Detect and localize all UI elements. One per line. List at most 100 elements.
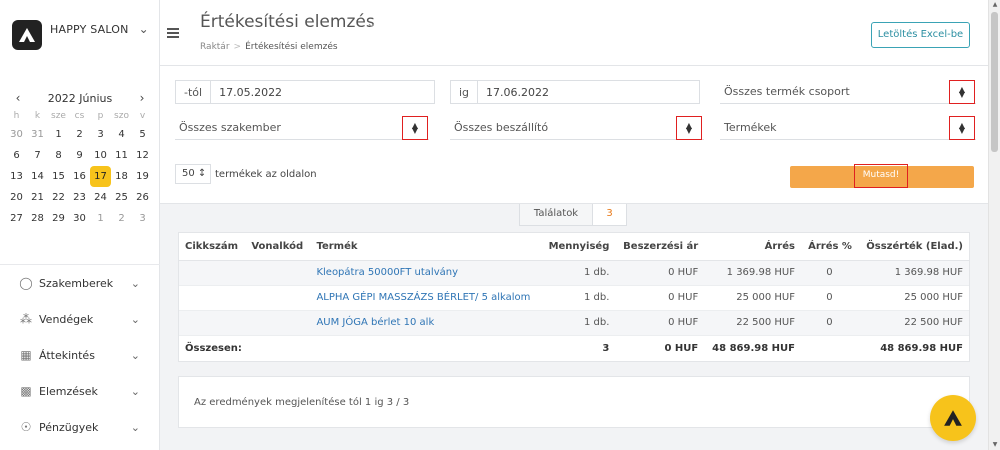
table-row: Kleopátra 50000FT utalvány 1 db. 0 HUF 1 36…	[179, 260, 969, 286]
sidebar-menu: ◯ Szakemberek ⌄ ⁂ Vendégek ⌄ ▦ Áttekintés ⌄ ▩ Elem…	[0, 264, 160, 445]
select-arrows-icon[interactable]: ▲ ▼	[949, 116, 975, 140]
results-tabs: Találatok 3	[519, 204, 627, 226]
tab-results[interactable]: Találatok	[519, 204, 593, 226]
products-select[interactable]: Termékek ▲ ▼	[720, 116, 976, 140]
specialist-value: Összes szakember	[179, 121, 281, 134]
product-link[interactable]: AUM JÓGA bérlet 10 alk	[310, 310, 542, 336]
scrollbar-thumb[interactable]	[991, 12, 998, 152]
calendar-day[interactable]: 14	[27, 166, 48, 187]
date-to-value[interactable]: 17.06.2022	[478, 86, 549, 99]
calendar-day[interactable]: 1	[90, 208, 111, 229]
calendar-day[interactable]: 5	[132, 124, 153, 145]
calendar-day[interactable]: 29	[48, 208, 69, 229]
select-arrows-icon[interactable]: ▲ ▼	[949, 80, 975, 104]
table-body: Kleopátra 50000FT utalvány 1 db. 0 HUF 1 36…	[179, 260, 969, 361]
date-from-label: -tól	[176, 81, 212, 103]
supplier-select[interactable]: Összes beszállító ▲ ▼	[450, 116, 704, 140]
cell-col-total-value: 25 000 HUF	[857, 285, 969, 311]
calendar-day[interactable]: 23	[69, 187, 90, 208]
chevron-down-icon: ⌄	[130, 348, 140, 362]
breadcrumb-item-warehouse[interactable]: Raktár	[200, 42, 230, 52]
calendar-day[interactable]: 27	[6, 208, 27, 229]
cell-col-quantity: 1 db.	[541, 285, 616, 311]
date-from-value[interactable]: 17.05.2022	[211, 86, 282, 99]
calendar-day[interactable]: 12	[132, 145, 153, 166]
scroll-up-icon[interactable]: ▲	[989, 0, 1000, 10]
weekday-label: v	[139, 111, 146, 121]
sidebar-item-áttekintés[interactable]: ▦ Áttekintés ⌄	[0, 337, 160, 373]
header-col-product[interactable]: Termék	[310, 233, 542, 261]
header-col-quantity[interactable]: Mennyiség	[541, 233, 616, 261]
chevron-down-icon: ⌄	[130, 276, 140, 290]
sidebar-item-label: Áttekintés	[39, 348, 95, 362]
per-page-value: 50	[182, 168, 195, 179]
calendar-day[interactable]: 15	[48, 166, 69, 187]
calendar-day[interactable]: 9	[69, 145, 90, 166]
product-group-select[interactable]: Összes termék csoport ▲ ▼	[720, 80, 976, 104]
weekday-label: k	[34, 111, 41, 121]
calendar-day[interactable]: 30	[6, 124, 27, 145]
cell-col-total-value: 22 500 HUF	[857, 310, 969, 336]
header-col-margin-pct[interactable]: Árrés %	[800, 233, 858, 261]
calendar-day-today[interactable]: 17	[90, 166, 111, 187]
help-fab-button[interactable]	[930, 395, 976, 441]
calendar-day[interactable]: 28	[27, 208, 48, 229]
products-value: Termékek	[724, 121, 777, 134]
calendar-day[interactable]: 22	[48, 187, 69, 208]
calendar-day[interactable]: 1	[48, 124, 69, 145]
scroll-down-icon[interactable]: ▼	[989, 440, 1000, 450]
vertical-scrollbar[interactable]: ▲ ▼	[988, 0, 1000, 450]
sidebar-item-szakemberek[interactable]: ◯ Szakemberek ⌄	[0, 265, 160, 301]
calendar-day[interactable]: 2	[111, 208, 132, 229]
weekday-label: sze	[51, 111, 66, 121]
product-link[interactable]: ALPHA GÉPI MASSZÁZS BÉRLET/ 5 alkalom	[310, 285, 542, 311]
header-col-barcode[interactable]: Vonalkód	[245, 233, 311, 261]
calendar-day[interactable]: 13	[6, 166, 27, 187]
calendar-day[interactable]: 24	[90, 187, 111, 208]
calendar-day[interactable]: 30	[69, 208, 90, 229]
calendar-day[interactable]: 10	[90, 145, 111, 166]
sidebar-item-elemzések[interactable]: ▩ Elemzések ⌄	[0, 373, 160, 409]
calendar-day[interactable]: 3	[90, 124, 111, 145]
sidebar-item-label: Elemzések	[39, 384, 98, 398]
select-arrows-icon[interactable]: ▲ ▼	[402, 116, 428, 140]
show-button[interactable]: Mutasd!	[790, 164, 974, 188]
specialist-select[interactable]: Összes szakember ▲ ▼	[175, 116, 429, 140]
calendar-day[interactable]: 6	[6, 145, 27, 166]
calendar-day[interactable]: 26	[132, 187, 153, 208]
brand-switcher[interactable]: HAPPY SALON ⌄	[12, 19, 152, 51]
per-page-select[interactable]: 50 ↕	[175, 164, 211, 184]
header-col-margin[interactable]: Árrés	[704, 233, 801, 261]
calendar-day[interactable]: 3	[132, 208, 153, 229]
next-month-icon[interactable]: ›	[136, 91, 148, 105]
prev-month-icon[interactable]: ‹	[12, 91, 24, 105]
header-col-total-value[interactable]: Összérték (Elad.)	[857, 233, 969, 261]
date-to-field[interactable]: ig 17.06.2022	[450, 80, 700, 104]
results-count-badge: 3	[593, 204, 627, 226]
calendar-day[interactable]: 8	[48, 145, 69, 166]
calendar-day[interactable]: 11	[111, 145, 132, 166]
export-excel-button[interactable]: Letöltés Excel-be	[871, 22, 970, 48]
select-arrows-icon[interactable]: ▲ ▼	[676, 116, 702, 140]
calendar-day[interactable]: 25	[111, 187, 132, 208]
calendar-day[interactable]: 20	[6, 187, 27, 208]
date-from-field[interactable]: -tól 17.05.2022	[175, 80, 435, 104]
title-chevron-down-icon[interactable]: ⌄	[366, 16, 377, 31]
calendar-title: 2022 Június	[47, 91, 113, 105]
sidebar-item-vendégek[interactable]: ⁂ Vendégek ⌄	[0, 301, 160, 337]
calendar-day[interactable]: 21	[27, 187, 48, 208]
calendar-day[interactable]: 7	[27, 145, 48, 166]
calendar-day[interactable]: 18	[111, 166, 132, 187]
header-col-sku[interactable]: Cikkszám	[179, 233, 246, 261]
calendar-day[interactable]: 2	[69, 124, 90, 145]
calendar-day[interactable]: 19	[132, 166, 153, 187]
calendar-day[interactable]: 31	[27, 124, 48, 145]
sidebar-item-pénzügyek[interactable]: ☉ Pénzügyek ⌄	[0, 409, 160, 445]
calendar-day[interactable]: 16	[69, 166, 90, 187]
product-link[interactable]: Kleopátra 50000FT utalvány	[310, 260, 542, 286]
header-col-purchase-price[interactable]: Beszerzési ár	[615, 233, 705, 261]
brand-name: HAPPY SALON	[50, 22, 129, 36]
cell-col-sku	[179, 260, 246, 286]
hamburger-icon[interactable]	[167, 28, 179, 40]
calendar-day[interactable]: 4	[111, 124, 132, 145]
